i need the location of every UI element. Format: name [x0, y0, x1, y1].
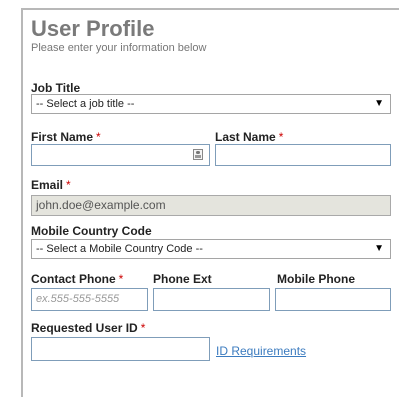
contact-card-icon[interactable]: [193, 149, 203, 160]
first-name-label: First Name *: [31, 130, 101, 144]
email-label: Email *: [31, 178, 71, 192]
last-name-field[interactable]: [215, 144, 391, 166]
email-label-text: Email: [31, 178, 64, 192]
page-subtitle: Please enter your information below: [31, 42, 207, 54]
required-mark: *: [96, 130, 101, 144]
page-title: User Profile: [31, 16, 155, 41]
dropdown-arrow-icon: ▼: [374, 243, 384, 254]
last-name-label: Last Name *: [215, 130, 283, 144]
required-mark: *: [278, 130, 284, 144]
required-mark: *: [66, 178, 71, 192]
first-name-field[interactable]: [31, 144, 210, 166]
phone-ext-label: Phone Ext: [153, 272, 212, 286]
job-title-label-text: Job Title: [31, 81, 81, 95]
contact-phone-field[interactable]: ex.555-555-5555: [31, 288, 148, 311]
requested-user-id-label: Requested User ID *: [31, 321, 145, 335]
dropdown-arrow-icon: ▼: [374, 98, 384, 109]
mobile-phone-field[interactable]: [275, 288, 391, 311]
mobile-country-code-selected: -- Select a Mobile Country Code --: [36, 243, 203, 255]
id-requirements-link[interactable]: ID Requirements: [216, 344, 306, 358]
phone-ext-field[interactable]: [153, 288, 270, 311]
job-title-selected: -- Select a job title --: [36, 98, 135, 110]
email-value: john.doe@example.com: [36, 198, 166, 212]
first-name-label-text: First Name: [31, 130, 94, 144]
required-mark: *: [118, 272, 124, 286]
job-title-label: Job Title: [31, 81, 80, 95]
job-title-select[interactable]: -- Select a job title -- ▼: [31, 94, 391, 114]
contact-phone-placeholder: ex.555-555-5555: [36, 293, 120, 305]
email-field[interactable]: john.doe@example.com: [31, 195, 391, 216]
requested-user-id-field[interactable]: [31, 337, 210, 361]
contact-phone-label-text: Contact Phone: [31, 272, 116, 286]
phone-ext-label-text: Phone Ext: [153, 272, 212, 286]
last-name-label-text: Last Name: [215, 130, 276, 144]
mobile-country-code-label-text: Mobile Country Code: [31, 224, 152, 238]
contact-phone-label: Contact Phone *: [31, 272, 123, 286]
mobile-phone-label: Mobile Phone: [277, 272, 355, 286]
mobile-country-code-label: Mobile Country Code: [31, 224, 152, 238]
mobile-phone-label-text: Mobile Phone: [277, 272, 355, 286]
required-mark: *: [140, 321, 146, 335]
mobile-country-code-select[interactable]: -- Select a Mobile Country Code -- ▼: [31, 239, 391, 259]
requested-user-id-label-text: Requested User ID: [31, 321, 138, 335]
